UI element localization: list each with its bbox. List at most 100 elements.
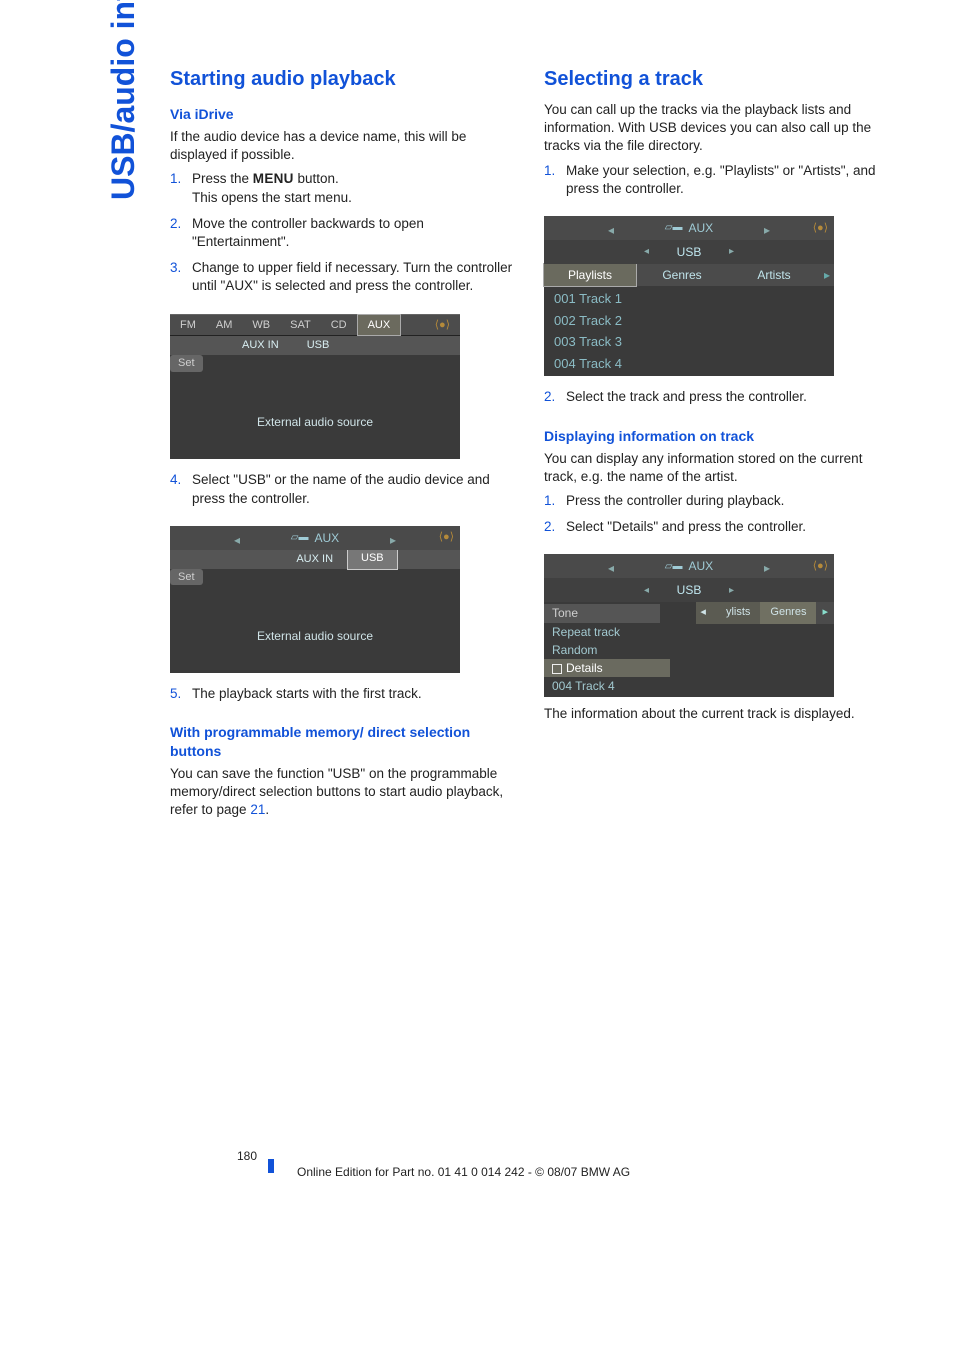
display-steps: Press the controller during playback. Se… [544,492,890,544]
idrive-screenshot-3: ◂ ▱▬ AUX ▸ ⟨●⟩ ◂ USB ▸ Playlists Genres [544,210,834,384]
detail-item-repeat[interactable]: Repeat track [544,623,670,641]
sub-source-tabs: AUX IN USB [170,550,460,569]
track-row[interactable]: 004 Track 4 [544,353,834,375]
set-button[interactable]: Set [170,355,203,372]
tab-am[interactable]: AM [206,315,243,336]
subtab-usb[interactable]: USB [293,336,344,355]
display-info-intro: You can display any information stored o… [544,450,890,486]
tab-genres[interactable]: Genres [760,602,816,624]
detail-area: ◂ ylists Genres ▸ Tone Repeat track Rand… [544,602,834,697]
subheading-programmable: With programmable memory/ direct selecti… [170,723,516,761]
tab-genres[interactable]: Genres [636,264,728,286]
screen-body: External audio source [170,589,460,673]
subtab-auxin[interactable]: AUX IN [228,336,293,355]
step-5: The playback starts with the first track… [170,685,516,711]
track-row[interactable]: 002 Track 2 [544,310,834,332]
steps-list-b: Select "USB" or the name of the audio de… [170,471,516,515]
arrow-right-icon: ▸ [729,245,734,259]
track-row[interactable]: 001 Track 1 [544,288,834,310]
arrow-left-icon: ◂ [608,222,614,238]
right-partial-tabs: ◂ ylists Genres ▸ [696,602,834,624]
left-column: Starting audio playback Via iDrive If th… [170,60,516,825]
track-list: 001 Track 1 002 Track 2 003 Track 3 004 … [544,286,834,376]
tab-artists[interactable]: Artists [728,264,820,286]
subtitle-text: USB [677,244,702,260]
gear-icon[interactable]: ⟨●⟩ [813,559,828,574]
display-step-2: Select "Details" and press the controlle… [544,518,890,544]
step-3: Change to upper field if necessary. Turn… [170,259,516,303]
page-footer: 180 Online Edition for Part no. 01 41 0 … [0,1148,954,1180]
arrow-right-icon: ▸ [764,222,770,238]
step1-pre: Press the [192,171,253,186]
heading-starting-playback: Starting audio playback [170,66,516,93]
car-icon: ▱▬ [665,221,683,235]
display-info-outro: The information about the current track … [544,705,890,723]
tab-playlists[interactable]: Playlists [543,263,637,287]
select-step-1: Make your selection, e.g. "Playlists" or… [544,162,890,206]
intro-text: If the audio device has a device name, t… [170,128,516,164]
select-step-2: Select the track and press the controlle… [544,388,890,414]
detail-item-tone[interactable]: Tone [544,604,660,622]
gear-icon[interactable]: ⟨●⟩ [813,221,828,236]
content-columns: Starting audio playback Via iDrive If th… [170,60,890,825]
section-side-tab: USB/audio interface [102,0,145,200]
gear-icon[interactable]: ⟨●⟩ [425,315,460,336]
subtitle-text: USB [677,582,702,598]
arrow-right-icon[interactable]: ▸ [820,264,834,286]
tab-cd[interactable]: CD [321,315,357,336]
tab-wb[interactable]: WB [242,315,280,336]
tab-ylists[interactable]: ylists [716,602,760,624]
page-ref[interactable]: 21 [250,802,265,817]
detail-item-track[interactable]: 004 Track 4 [544,677,834,695]
category-tabs: Playlists Genres Artists ▸ [544,264,834,286]
screen-body: External audio source [170,375,460,459]
subheading-displaying-info: Displaying information on track [544,427,890,446]
subheading-via-idrive: Via iDrive [170,105,516,124]
arrow-right-icon: ▸ [764,560,770,576]
select-steps-2: Select the track and press the controlle… [544,388,890,414]
steps-list-c: The playback starts with the first track… [170,685,516,711]
top-source-tabs: FM AM WB SAT CD AUX ⟨●⟩ [170,314,460,337]
set-row: Set [170,569,460,589]
subtab-usb[interactable]: USB [347,549,398,570]
prog-text-a: You can save the function "USB" on the p… [170,766,503,817]
heading-selecting-track: Selecting a track [544,66,890,93]
arrow-left-icon: ◂ [644,584,649,598]
step1-post: button. [294,171,339,186]
arrow-right-icon[interactable]: ▸ [816,602,834,624]
screen-subtitle: ◂ USB ▸ [544,578,834,602]
step1-line2: This opens the start menu. [192,190,352,205]
track-row[interactable]: 003 Track 3 [544,331,834,353]
right-column: Selecting a track You can call up the tr… [544,60,890,825]
display-step-1: Press the controller during playback. [544,492,890,518]
title-text: AUX [689,220,714,236]
menu-button-label: MENU [253,171,294,186]
arrow-left-icon: ◂ [608,560,614,576]
step-1: Press the MENU button. This opens the st… [170,170,516,214]
steps-list-a: Press the MENU button. This opens the st… [170,170,516,303]
tab-sat[interactable]: SAT [280,315,321,336]
tab-aux[interactable]: AUX [357,314,402,337]
arrow-right-icon: ▸ [390,532,396,548]
idrive-screenshot-2: ◂ ▱▬ AUX ▸ ⟨●⟩ AUX IN USB Set External a… [170,520,460,681]
arrow-right-icon: ▸ [729,584,734,598]
title-text: AUX [315,530,340,546]
screen-title: ◂ ▱▬ AUX ▸ ⟨●⟩ [544,554,834,578]
select-steps: Make your selection, e.g. "Playlists" or… [544,162,890,206]
idrive-screenshot-1: FM AM WB SAT CD AUX ⟨●⟩ AUX IN USB Set [170,308,460,468]
set-row: Set [170,355,460,375]
footer-line: Online Edition for Part no. 01 41 0 014 … [297,1165,630,1179]
set-button[interactable]: Set [170,569,203,586]
screen-title: ◂ ▱▬ AUX ▸ ⟨●⟩ [544,216,834,240]
gear-icon[interactable]: ⟨●⟩ [439,530,454,545]
detail-item-random[interactable]: Random [544,641,670,659]
page: USB/audio interface Starting audio playb… [0,0,954,1350]
tab-fm[interactable]: FM [170,315,206,336]
prog-text-b: . [265,802,269,817]
sub-source-tabs: AUX IN USB [170,336,460,355]
detail-item-details[interactable]: Details [544,659,670,677]
arrow-left-partial-icon: ◂ [696,602,716,624]
arrow-left-icon: ◂ [234,532,240,548]
idrive-screenshot-4: ◂ ▱▬ AUX ▸ ⟨●⟩ ◂ USB ▸ ◂ ylists [544,548,834,705]
subtab-auxin[interactable]: AUX IN [282,550,347,569]
